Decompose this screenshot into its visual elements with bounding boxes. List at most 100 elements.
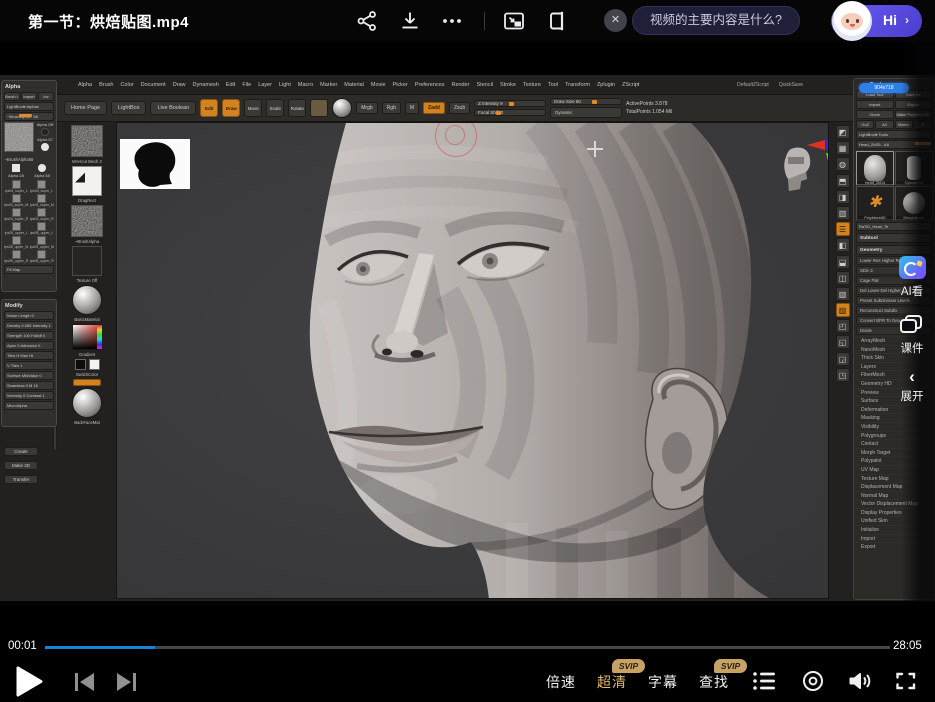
lightbox-button[interactable]: LightBox: [111, 101, 146, 115]
alpha-slot[interactable]: tps05_upper_R: [30, 250, 55, 263]
zbrush-menu-item[interactable]: Macro: [298, 82, 313, 88]
ai-question-pill[interactable]: 视频的主要内容是什么?: [632, 6, 800, 35]
right-shelf-icon[interactable]: ▧: [836, 287, 850, 301]
material-thumb[interactable]: [72, 285, 102, 315]
alpha-slot[interactable]: tps04_super_L: [30, 180, 55, 193]
zbrush-menu-item[interactable]: Draw: [173, 82, 186, 88]
current-brush-thumb[interactable]: [310, 99, 328, 117]
more-icon[interactable]: [440, 8, 464, 32]
zbrush-menu-item[interactable]: Brush: [99, 82, 113, 88]
move-button[interactable]: Move: [244, 99, 262, 117]
right-shelf-icon[interactable]: ⬓: [836, 255, 850, 269]
zbrush-menu-item[interactable]: Preferences: [415, 82, 445, 88]
right-shelf-icon[interactable]: ◨: [836, 190, 850, 204]
alpha-make-button[interactable]: Transfer: [4, 475, 38, 484]
active-color-bar[interactable]: [73, 379, 101, 386]
zbrush-menu-item[interactable]: File: [242, 82, 251, 88]
alpha-58-dot[interactable]: [38, 164, 46, 172]
alpha-make-button[interactable]: Create: [4, 447, 38, 456]
alpha-slot[interactable]: tps05_upper_R: [4, 250, 29, 263]
z-intensity-slider[interactable]: Z Intensity 9: [474, 100, 546, 107]
alpha-slot[interactable]: tps04_super_R: [30, 208, 55, 221]
color-swatches[interactable]: [75, 359, 100, 370]
fullscreen-icon[interactable]: [894, 669, 918, 693]
draw-size-slider[interactable]: Draw Size 50: [550, 98, 622, 105]
color-picker[interactable]: [72, 324, 102, 350]
quality-button[interactable]: 超清: [597, 672, 627, 692]
zbrush-menu-item[interactable]: Layer: [258, 82, 272, 88]
zbrush-quicksave[interactable]: QuickSave: [779, 82, 803, 88]
axis-gizmo[interactable]: [805, 137, 829, 193]
alpha-off-label[interactable]: Alpha Off: [37, 122, 54, 127]
alpha-slot[interactable]: tps05_upper_L: [30, 222, 55, 235]
subtitle-button[interactable]: 字幕: [648, 672, 678, 692]
tool-button[interactable]: GoZ: [856, 120, 874, 129]
right-shelf-icon[interactable]: ☰: [836, 222, 850, 236]
record-target-icon[interactable]: [801, 669, 825, 693]
zadd-button[interactable]: Zadd: [423, 102, 445, 114]
right-shelf-icon[interactable]: ▦: [836, 141, 850, 155]
right-shelf-icon[interactable]: ▨: [836, 303, 850, 317]
right-shelf-icon[interactable]: ◩: [836, 125, 850, 139]
close-icon[interactable]: ✕: [604, 9, 627, 32]
alpha-button[interactable]: Brush L: [4, 92, 20, 101]
alpha-slider[interactable]: ~BrushAlpha.. 58: [4, 112, 54, 121]
playlist-icon[interactable]: [752, 670, 777, 692]
draw-mode-button[interactable]: Draw: [222, 99, 240, 117]
zbrush-menu-item[interactable]: Color: [120, 82, 133, 88]
right-shelf-icon[interactable]: ◱: [836, 335, 850, 349]
video-frame[interactable]: Alpha Brush Color Document Draw Dynamesh Edit F…: [0, 42, 935, 637]
m-button[interactable]: M: [405, 102, 419, 114]
zbrush-menu-item[interactable]: Document: [141, 82, 166, 88]
zbrush-menu-item[interactable]: Render: [451, 82, 469, 88]
right-shelf-icon[interactable]: ◍: [836, 157, 850, 171]
current-material-sphere[interactable]: [332, 98, 352, 118]
alpha-57-dot[interactable]: [41, 143, 49, 151]
rotate-button[interactable]: Rotate: [288, 99, 306, 117]
modify-slider[interactable]: Noise Length 0: [4, 311, 54, 320]
focal-shift-slider[interactable]: Focal Shift 0: [474, 109, 546, 116]
zbrush-menu-item[interactable]: Tool: [548, 82, 558, 88]
expand-button[interactable]: ‹ 展开: [901, 370, 924, 404]
texture-thumb[interactable]: [72, 246, 102, 276]
right-shelf-icon[interactable]: ▥: [836, 206, 850, 220]
previous-button[interactable]: [73, 671, 96, 693]
alpha-thumb[interactable]: [71, 205, 103, 237]
right-shelf-icon[interactable]: ◳: [836, 368, 850, 382]
modify-slider[interactable]: Apex 0 Adhesion 0: [4, 341, 54, 350]
tool-button[interactable]: All: [875, 120, 893, 129]
tool-button[interactable]: Import: [856, 100, 894, 109]
alpha-make-button[interactable]: Make 3D: [4, 461, 38, 470]
modify-slider[interactable]: Strength 100 Falloff 0: [4, 331, 54, 340]
progress-bar[interactable]: [45, 646, 890, 649]
zbrush-default-zscript[interactable]: DefaultZScript: [737, 82, 769, 88]
zsub-button[interactable]: Zsub: [449, 102, 470, 114]
alpha-button[interactable]: Import: [21, 92, 37, 101]
zbrush-menu-item[interactable]: Stroke: [500, 82, 516, 88]
zbrush-menu-item[interactable]: Material: [344, 82, 364, 88]
share-icon[interactable]: [355, 9, 379, 33]
zbrush-menu-item[interactable]: Transform: [565, 82, 590, 88]
edit-mode-button[interactable]: Edit: [200, 99, 218, 117]
tool-button[interactable]: Clone: [856, 110, 894, 119]
scale-button[interactable]: Scale: [266, 99, 284, 117]
zbrush-menu-item[interactable]: Alpha: [78, 82, 92, 88]
alpha-lightbox-row[interactable]: LightBox►Alphas: [4, 102, 54, 111]
zbrush-menu-item[interactable]: Dynamesh: [193, 82, 219, 88]
zbrush-canvas[interactable]: [116, 122, 829, 599]
dock-side-icon[interactable]: [546, 9, 570, 33]
modify-slider[interactable]: Intensity 0 Contrast 1: [4, 391, 54, 400]
volume-icon[interactable]: [847, 669, 872, 693]
alpha-57-label[interactable]: Alpha 57: [37, 137, 53, 142]
alpha-fit-map[interactable]: Fit Map: [4, 265, 54, 274]
right-shelf-icon[interactable]: ◫: [836, 271, 850, 285]
speed-button[interactable]: 倍速: [546, 672, 576, 692]
alpha-slot[interactable]: tps05_upper_L: [4, 222, 29, 235]
homepage-button[interactable]: Home Page: [64, 101, 107, 115]
alpha-slot[interactable]: tps04_super_M: [4, 194, 29, 207]
courseware-button[interactable]: 课件: [900, 313, 924, 356]
live-boolean-button[interactable]: Live Boolean: [150, 101, 196, 115]
right-shelf-icon[interactable]: ◰: [836, 319, 850, 333]
alpha-slot[interactable]: tps05_upper_M: [30, 236, 55, 249]
modify-slider[interactable]: Seamless 0 M 16: [4, 381, 54, 390]
